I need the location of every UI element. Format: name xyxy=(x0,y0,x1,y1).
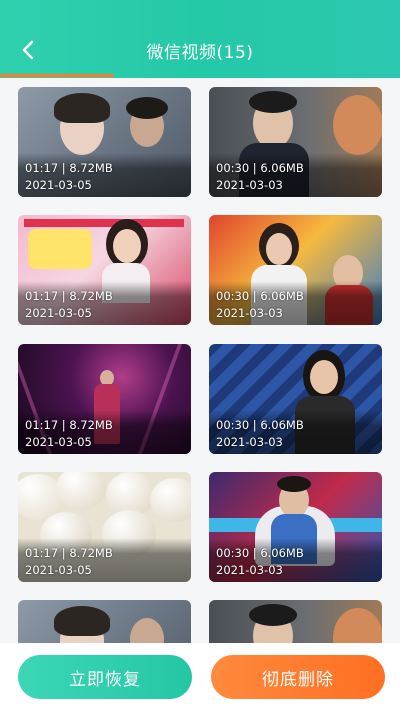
video-meta: 00:30 | 6.06MB 2021-03-03 xyxy=(209,538,382,582)
video-date: 2021-03-05 xyxy=(25,306,92,320)
video-card[interactable]: 00:30 | 6.06MB 2021-03-03 xyxy=(209,215,382,325)
video-duration-size: 00:30 | 6.06MB xyxy=(216,289,304,303)
video-duration-size: 01:17 | 8.72MB xyxy=(25,289,113,303)
video-date: 2021-03-03 xyxy=(216,563,283,577)
video-card[interactable]: 01:17 | 8.72MB 2021-03-05 xyxy=(18,344,191,454)
video-card[interactable]: 00:30 | 6.06MB 2021-03-03 xyxy=(209,472,382,582)
video-card[interactable]: 01:17 | 8.72MB 2021-03-05 xyxy=(18,87,191,197)
bottom-action-bar: 立即恢复 彻底删除 xyxy=(0,643,400,711)
video-date: 2021-03-03 xyxy=(216,435,283,449)
video-duration-size: 00:30 | 6.06MB xyxy=(216,546,304,560)
video-thumbnail xyxy=(209,600,382,643)
video-card[interactable]: 00:30 | 6.06MB 2021-03-03 xyxy=(209,344,382,454)
delete-button[interactable]: 彻底删除 xyxy=(211,655,385,699)
video-meta: 01:17 | 8.72MB 2021-03-05 xyxy=(18,410,191,454)
video-date: 2021-03-05 xyxy=(25,563,92,577)
video-card[interactable] xyxy=(209,600,382,643)
video-duration-size: 01:17 | 8.72MB xyxy=(25,418,113,432)
video-card[interactable]: 01:17 | 8.72MB 2021-03-05 xyxy=(18,472,191,582)
video-duration-size: 00:30 | 6.06MB xyxy=(216,161,304,175)
video-meta: 01:17 | 8.72MB 2021-03-05 xyxy=(18,538,191,582)
video-duration-size: 01:17 | 8.72MB xyxy=(25,546,113,560)
video-card[interactable]: 01:17 | 8.72MB 2021-03-05 xyxy=(18,215,191,325)
page-title: 微信视频(15) xyxy=(146,43,254,63)
video-meta: 00:30 | 6.06MB 2021-03-03 xyxy=(209,153,382,197)
video-duration-size: 01:17 | 8.72MB xyxy=(25,161,113,175)
video-date: 2021-03-03 xyxy=(216,178,283,192)
video-date: 2021-03-05 xyxy=(25,178,92,192)
video-meta: 00:30 | 6.06MB 2021-03-03 xyxy=(209,281,382,325)
tab-indicator xyxy=(0,74,114,77)
video-duration-size: 00:30 | 6.06MB xyxy=(216,418,304,432)
video-date: 2021-03-03 xyxy=(216,306,283,320)
header-bar: 微信视频(15) xyxy=(0,0,400,78)
video-meta: 01:17 | 8.72MB 2021-03-05 xyxy=(18,153,191,197)
restore-button[interactable]: 立即恢复 xyxy=(18,655,192,699)
video-meta: 00:30 | 6.06MB 2021-03-03 xyxy=(209,410,382,454)
video-card[interactable]: 00:30 | 6.06MB 2021-03-03 xyxy=(209,87,382,197)
video-date: 2021-03-05 xyxy=(25,435,92,449)
video-meta: 01:17 | 8.72MB 2021-03-05 xyxy=(18,281,191,325)
video-grid: 01:17 | 8.72MB 2021-03-05 00:30 | 6.06MB… xyxy=(0,78,400,643)
video-thumbnail xyxy=(18,600,191,643)
video-card[interactable] xyxy=(18,600,191,643)
